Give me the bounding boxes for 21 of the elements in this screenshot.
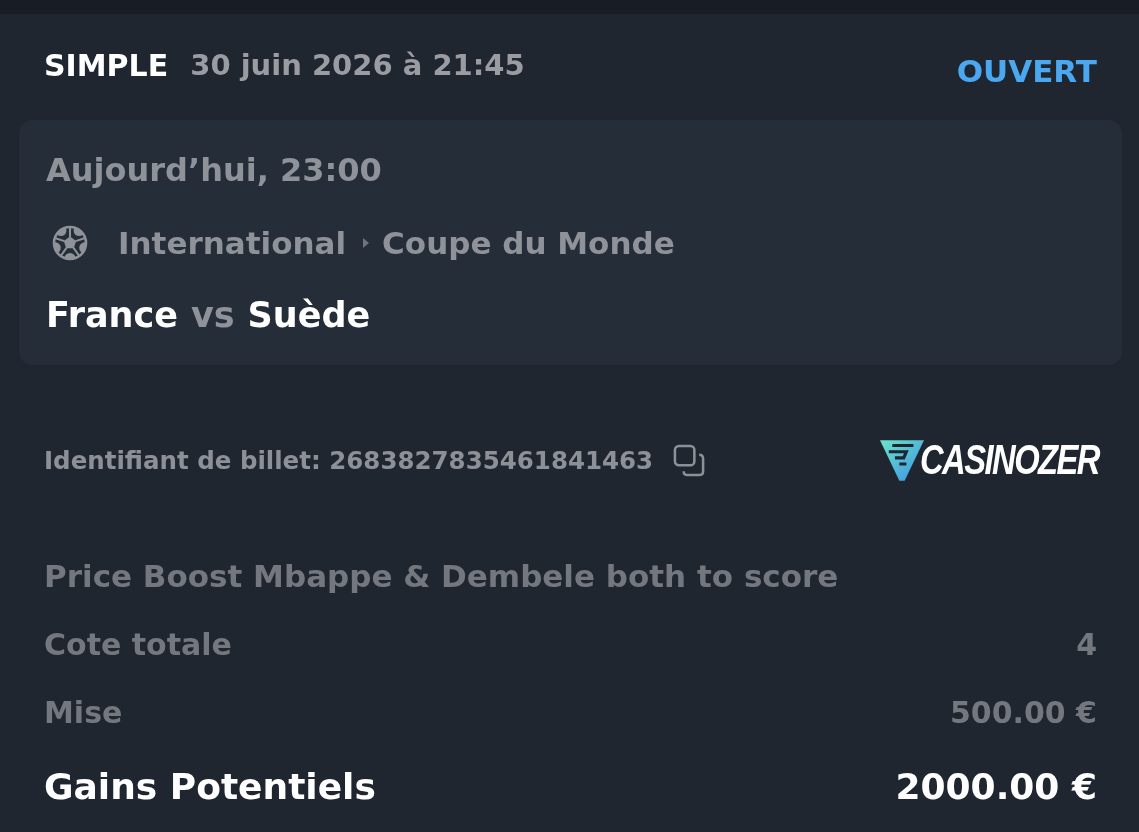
versus-label: vs bbox=[190, 295, 235, 335]
summary-value: 2000.00 € bbox=[895, 765, 1097, 807]
event-category: International bbox=[118, 225, 347, 261]
bet-selection: Price Boost Mbappe & Dembele both to score bbox=[44, 557, 839, 596]
chevron-right-icon bbox=[363, 238, 370, 248]
copy-icon[interactable] bbox=[673, 443, 707, 477]
bet-date: 30 juin 2026 à 21:45 bbox=[190, 48, 525, 82]
home-team: France bbox=[46, 295, 178, 335]
bet-status: OUVERT bbox=[956, 53, 1097, 89]
soccer-ball-icon bbox=[52, 225, 88, 261]
event-competition: Coupe du Monde bbox=[382, 225, 675, 261]
away-team: Suède bbox=[247, 295, 371, 335]
summary-value: 4 bbox=[1076, 626, 1097, 662]
brand-logo-text: CASINOZER bbox=[919, 438, 1099, 482]
bet-type: SIMPLE bbox=[44, 47, 169, 83]
summary-label: Mise bbox=[44, 694, 123, 730]
summary-label: Cote totale bbox=[44, 626, 232, 662]
event-start-time: Aujourd’hui, 23:00 bbox=[46, 150, 382, 191]
ticket-id: Identifiant de billet: 2683827835461841463 bbox=[44, 445, 654, 475]
summary-label: Gains Potentiels bbox=[44, 765, 376, 807]
summary-value: 500.00 € bbox=[949, 694, 1097, 730]
